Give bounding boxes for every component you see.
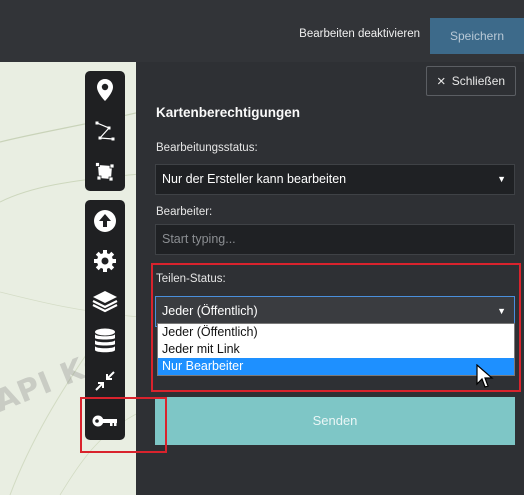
map-tools-toolbar: [85, 200, 125, 440]
share-status-label: Teilen-Status:: [156, 273, 226, 285]
top-bar: Bearbeiten deaktivieren Speichern: [0, 0, 524, 62]
draw-line-button[interactable]: [85, 114, 125, 148]
database-icon: [95, 328, 115, 353]
panel-title: Kartenberechtigungen: [156, 105, 301, 120]
layers-button[interactable]: [85, 284, 125, 318]
edit-status-label: Bearbeitungsstatus:: [156, 142, 258, 154]
collapse-button[interactable]: [85, 364, 125, 398]
upload-button[interactable]: [85, 204, 125, 238]
draw-polygon-button[interactable]: [85, 155, 125, 189]
add-marker-button[interactable]: [85, 73, 125, 107]
share-option-link[interactable]: Jeder mit Link: [158, 341, 514, 358]
disable-editing-link[interactable]: Bearbeiten deaktivieren: [299, 28, 420, 40]
edit-status-value: Nur der Ersteller kann bearbeiten: [162, 172, 347, 186]
close-icon: ×: [436, 72, 446, 90]
share-option-public[interactable]: Jeder (Öffentlich): [158, 324, 514, 341]
map-marker-icon: [97, 79, 113, 101]
editors-input[interactable]: Start typing...: [155, 224, 515, 255]
drawing-toolbar: [85, 71, 125, 191]
close-label: Schließen: [451, 74, 506, 88]
chevron-down-icon: ▼: [497, 306, 506, 316]
share-status-dropdown: Jeder (Öffentlich) Jeder mit Link Nur Be…: [157, 323, 515, 376]
editors-label: Bearbeiter:: [156, 206, 213, 218]
share-status-value: Jeder (Öffentlich): [162, 304, 258, 318]
polygon-icon: [95, 162, 115, 182]
gear-icon: [94, 250, 116, 272]
collapse-arrows-icon: [95, 371, 115, 391]
data-button[interactable]: [85, 324, 125, 358]
close-button[interactable]: × Schließen: [426, 66, 516, 96]
layers-icon: [92, 291, 118, 313]
polyline-icon: [95, 121, 115, 141]
edit-status-select[interactable]: Nur der Ersteller kann bearbeiten ▼: [155, 164, 515, 195]
send-button[interactable]: Senden: [155, 397, 515, 445]
save-button[interactable]: Speichern: [430, 18, 524, 54]
chevron-down-icon: ▼: [497, 174, 506, 184]
upload-icon: [94, 210, 116, 232]
key-icon: [92, 415, 117, 427]
settings-button[interactable]: [85, 244, 125, 278]
mouse-cursor-icon: [476, 364, 494, 388]
permissions-button[interactable]: [85, 404, 125, 438]
share-option-editors[interactable]: Nur Bearbeiter: [158, 358, 514, 375]
